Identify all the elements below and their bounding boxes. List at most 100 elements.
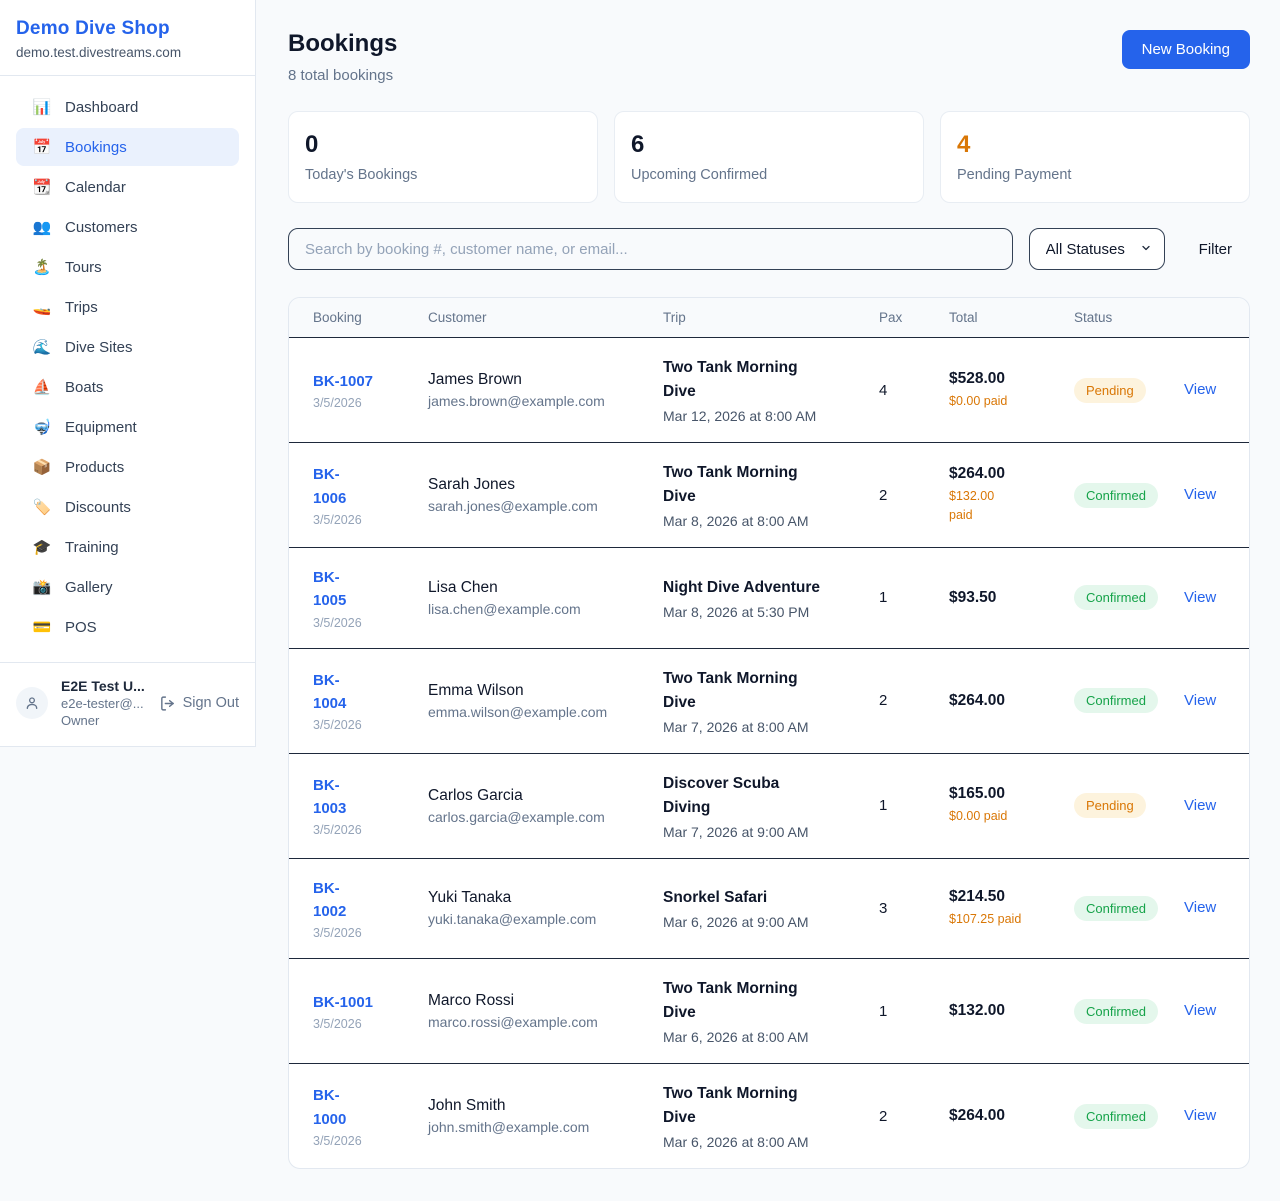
user-block: E2E Test U... e2e-tester@... Owner Sign … bbox=[0, 662, 255, 746]
sidebar-item-dashboard[interactable]: 📊 Dashboard bbox=[16, 88, 239, 126]
table-row: BK-1001 3/5/2026 Marco Rossi marco.rossi… bbox=[289, 959, 1249, 1064]
sidebar-item-label: POS bbox=[65, 619, 97, 636]
status-badge: Pending bbox=[1074, 793, 1146, 818]
sidebar-item-label: Calendar bbox=[65, 179, 126, 196]
sidebar-item-discounts[interactable]: 🏷️ Discounts bbox=[16, 488, 239, 526]
trip-name: Night Dive Adventure bbox=[663, 576, 855, 600]
dive-sites-icon: 🌊 bbox=[32, 338, 52, 356]
new-booking-button[interactable]: New Booking bbox=[1122, 30, 1250, 69]
booking-date: 3/5/2026 bbox=[313, 513, 404, 527]
booking-cell: BK-1001 3/5/2026 bbox=[289, 959, 416, 1064]
view-link[interactable]: View bbox=[1184, 899, 1216, 916]
trip-date: Mar 7, 2026 at 8:00 AM bbox=[663, 719, 855, 735]
stat-label: Pending Payment bbox=[957, 167, 1233, 183]
gallery-icon: 📸 bbox=[32, 578, 52, 596]
booking-id-link[interactable]: BK-1000 bbox=[313, 1084, 404, 1131]
table-header-row: BookingCustomerTripPaxTotalStatus bbox=[289, 298, 1249, 338]
total-amount: $264.00 bbox=[949, 692, 1050, 710]
trip-name: Two Tank MorningDive bbox=[663, 667, 855, 715]
view-link[interactable]: View bbox=[1184, 692, 1216, 709]
table-row: BK-1002 3/5/2026 Yuki Tanaka yuki.tanaka… bbox=[289, 858, 1249, 959]
total-amount: $214.50 bbox=[949, 888, 1050, 906]
view-link[interactable]: View bbox=[1184, 589, 1216, 606]
customer-cell: Sarah Jones sarah.jones@example.com bbox=[416, 443, 651, 548]
sign-out-button[interactable]: Sign Out bbox=[159, 695, 239, 712]
booking-cell: BK-1004 3/5/2026 bbox=[289, 648, 416, 753]
booking-id-link[interactable]: BK-1001 bbox=[313, 991, 404, 1014]
trip-cell: Two Tank MorningDive Mar 12, 2026 at 8:0… bbox=[651, 338, 867, 443]
customer-email: emma.wilson@example.com bbox=[428, 704, 639, 720]
pax-cell: 2 bbox=[867, 648, 937, 753]
customer-name: John Smith bbox=[428, 1097, 639, 1115]
booking-id-link[interactable]: BK-1005 bbox=[313, 566, 404, 613]
trip-date: Mar 6, 2026 at 9:00 AM bbox=[663, 914, 855, 930]
search-input[interactable] bbox=[288, 228, 1013, 270]
status-select[interactable]: All Statuses bbox=[1029, 228, 1165, 270]
status-badge: Confirmed bbox=[1074, 896, 1158, 921]
stat-card-upcoming-confirmed: 6 Upcoming Confirmed bbox=[614, 111, 924, 203]
booking-date: 3/5/2026 bbox=[313, 616, 404, 630]
booking-id-link[interactable]: BK-1004 bbox=[313, 669, 404, 716]
sidebar-item-label: Boats bbox=[65, 379, 103, 396]
page-subtitle: 8 total bookings bbox=[288, 67, 397, 84]
sidebar-item-tours[interactable]: 🏝️ Tours bbox=[16, 248, 239, 286]
table-row: BK-1000 3/5/2026 John Smith john.smith@e… bbox=[289, 1064, 1249, 1169]
sidebar-item-calendar[interactable]: 📆 Calendar bbox=[16, 168, 239, 206]
sidebar-item-products[interactable]: 📦 Products bbox=[16, 448, 239, 486]
trips-icon: 🚤 bbox=[32, 298, 52, 316]
stat-card-pending-payment: 4 Pending Payment bbox=[940, 111, 1250, 203]
status-cell: Confirmed bbox=[1062, 959, 1172, 1064]
status-cell: Confirmed bbox=[1062, 648, 1172, 753]
booking-cell: BK-1002 3/5/2026 bbox=[289, 858, 416, 959]
total-amount: $93.50 bbox=[949, 589, 1050, 607]
booking-id-link[interactable]: BK-1002 bbox=[313, 877, 404, 924]
pax-cell: 2 bbox=[867, 443, 937, 548]
total-amount: $264.00 bbox=[949, 1107, 1050, 1125]
sidebar-item-customers[interactable]: 👥 Customers bbox=[16, 208, 239, 246]
view-link[interactable]: View bbox=[1184, 797, 1216, 814]
sidebar-item-trips[interactable]: 🚤 Trips bbox=[16, 288, 239, 326]
customer-name: Emma Wilson bbox=[428, 682, 639, 700]
total-cell: $165.00 $0.00 paid bbox=[937, 753, 1062, 858]
sidebar-item-bookings[interactable]: 📅 Bookings bbox=[16, 128, 239, 166]
sidebar-item-label: Dashboard bbox=[65, 99, 138, 116]
sidebar-item-boats[interactable]: ⛵ Boats bbox=[16, 368, 239, 406]
pos-icon: 💳 bbox=[32, 618, 52, 636]
customer-email: sarah.jones@example.com bbox=[428, 498, 639, 514]
column-header-total: Total bbox=[937, 298, 1062, 338]
view-link[interactable]: View bbox=[1184, 486, 1216, 503]
total-amount: $165.00 bbox=[949, 785, 1050, 803]
page-title: Bookings bbox=[288, 30, 397, 58]
customer-cell: John Smith john.smith@example.com bbox=[416, 1064, 651, 1169]
column-header-trip: Trip bbox=[651, 298, 867, 338]
status-badge: Confirmed bbox=[1074, 999, 1158, 1024]
table-row: BK-1003 3/5/2026 Carlos Garcia carlos.ga… bbox=[289, 753, 1249, 858]
actions-cell: View bbox=[1172, 753, 1249, 858]
view-link[interactable]: View bbox=[1184, 1002, 1216, 1019]
page-header: Bookings 8 total bookings New Booking bbox=[288, 30, 1250, 84]
view-link[interactable]: View bbox=[1184, 381, 1216, 398]
booking-id-link[interactable]: BK-1003 bbox=[313, 774, 404, 821]
filter-button[interactable]: Filter bbox=[1181, 228, 1250, 270]
view-link[interactable]: View bbox=[1184, 1107, 1216, 1124]
status-cell: Pending bbox=[1062, 338, 1172, 443]
status-select-wrap: All Statuses bbox=[1029, 228, 1165, 270]
trip-date: Mar 6, 2026 at 8:00 AM bbox=[663, 1134, 855, 1150]
sidebar-item-equipment[interactable]: 🤿 Equipment bbox=[16, 408, 239, 446]
sidebar-item-gallery[interactable]: 📸 Gallery bbox=[16, 568, 239, 606]
total-amount: $528.00 bbox=[949, 370, 1050, 388]
booking-id-link[interactable]: BK-1006 bbox=[313, 463, 404, 510]
sidebar: Demo Dive Shop demo.test.divestreams.com… bbox=[0, 0, 256, 747]
sidebar-item-dive-sites[interactable]: 🌊 Dive Sites bbox=[16, 328, 239, 366]
sidebar-item-training[interactable]: 🎓 Training bbox=[16, 528, 239, 566]
customer-cell: Yuki Tanaka yuki.tanaka@example.com bbox=[416, 858, 651, 959]
trip-name: Two Tank MorningDive bbox=[663, 1082, 855, 1130]
booking-cell: BK-1003 3/5/2026 bbox=[289, 753, 416, 858]
paid-amount: $107.25 paid bbox=[949, 910, 1050, 929]
column-header-pax: Pax bbox=[867, 298, 937, 338]
pax-cell: 1 bbox=[867, 548, 937, 649]
booking-id-link[interactable]: BK-1007 bbox=[313, 370, 404, 393]
sidebar-item-label: Gallery bbox=[65, 579, 113, 596]
booking-date: 3/5/2026 bbox=[313, 926, 404, 940]
sidebar-item-pos[interactable]: 💳 POS bbox=[16, 608, 239, 646]
